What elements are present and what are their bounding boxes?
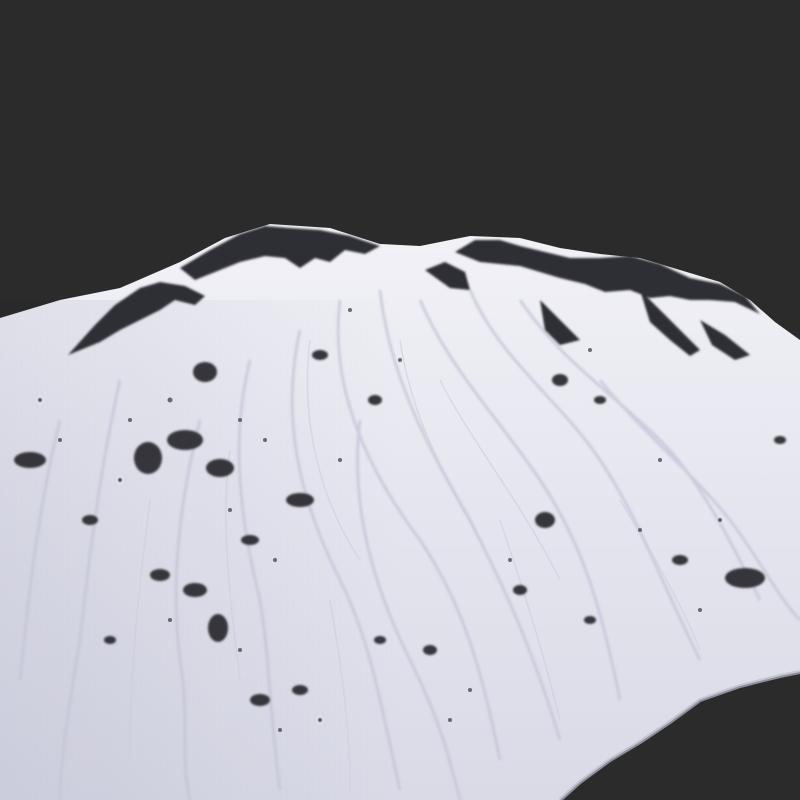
terrain-render [0, 0, 800, 800]
render-viewport [0, 0, 800, 800]
